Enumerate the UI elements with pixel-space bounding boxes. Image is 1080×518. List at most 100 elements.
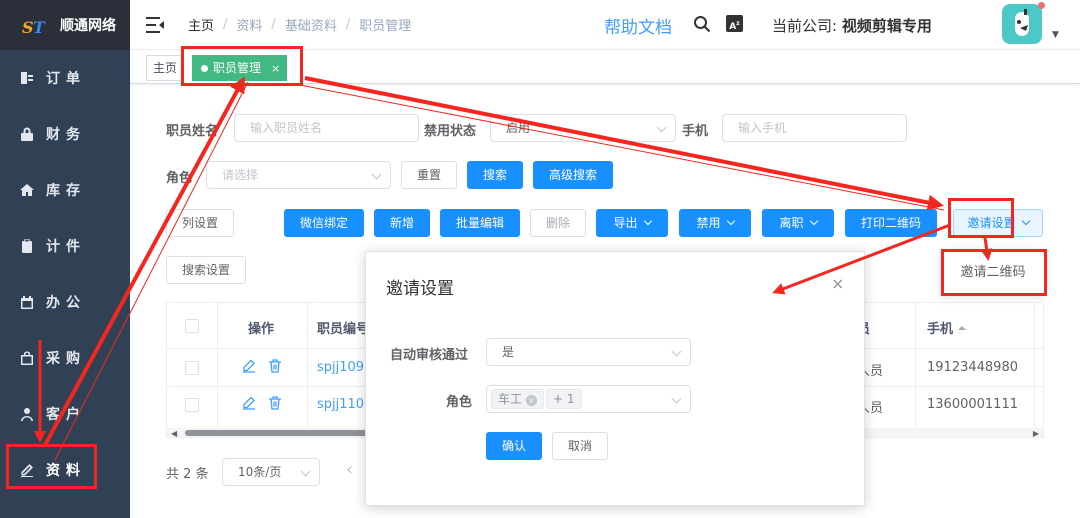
page-size-select[interactable]: 10条/页 [222, 458, 320, 486]
breadcrumb-basic-data[interactable]: 基础资料 [285, 15, 337, 34]
sidebar-item-label: 资料 [46, 463, 86, 479]
clipboard-icon [22, 239, 32, 253]
company-prefix: 当前公司: [772, 17, 838, 35]
avatar-character-icon [1015, 9, 1029, 36]
column-settings-button[interactable]: 列设置 [166, 209, 234, 237]
scroll-left-icon[interactable]: ◀ [171, 429, 177, 437]
auto-approve-select[interactable]: 是 [486, 338, 691, 366]
tag-home[interactable]: 主页 [146, 55, 185, 81]
sidebar-item-order[interactable]: 订单 [0, 50, 130, 106]
tags-view: 主页 职员管理 × [130, 50, 1080, 84]
top-header: 主页 / 资料 / 基础资料 / 职员管理 帮助文档 Az 当前公司: 视频剪辑… [130, 0, 1080, 50]
role-chip: 车工 × [491, 389, 545, 409]
scroll-right-icon[interactable]: ▶ [1033, 429, 1039, 437]
column-phone-label: 手机 [927, 322, 954, 337]
tag-staff-management[interactable]: 职员管理 × [192, 55, 288, 81]
dialog-title: 邀请设置 [386, 279, 454, 299]
row-checkbox[interactable] [185, 398, 199, 412]
close-icon[interactable]: × [271, 62, 280, 75]
breadcrumb-home[interactable]: 主页 [188, 15, 214, 34]
page-size-value: 10条/页 [238, 465, 282, 479]
wechat-bind-button[interactable]: 微信绑定 [284, 209, 364, 237]
sidebar-item-customer[interactable]: 客户 [0, 386, 130, 442]
sidebar-item-piecework[interactable]: 计件 [0, 218, 130, 274]
edit-icon[interactable] [242, 359, 256, 373]
export-button[interactable]: 导出 [596, 209, 668, 237]
chevron-down-icon [656, 122, 667, 133]
avatar[interactable] [1002, 4, 1042, 44]
prev-page-button[interactable]: ‹ [346, 459, 353, 480]
phone-input[interactable]: 输入手机 [722, 114, 907, 142]
lock-icon [21, 127, 33, 141]
company-name: 视频剪辑专用 [841, 17, 932, 35]
sidebar-item-office[interactable]: 办公 [0, 274, 130, 330]
sidebar-item-label: 采购 [46, 351, 86, 367]
name-input[interactable]: 输入职员姓名 [234, 114, 419, 142]
column-operation: 操作 [248, 322, 275, 337]
status-value: 启用 [506, 121, 531, 135]
invite-dropdown-menu: 邀请二维码 [941, 249, 1045, 296]
help-docs-link[interactable]: 帮助文档 [604, 13, 672, 38]
sidebar-item-label: 订单 [46, 71, 86, 87]
trash-icon[interactable] [268, 359, 282, 373]
phone-cell: 13600001111 [927, 397, 1018, 412]
add-button[interactable]: 新增 [374, 209, 430, 237]
delete-button[interactable]: 删除 [530, 209, 586, 237]
select-all-checkbox[interactable] [185, 319, 199, 333]
confirm-button[interactable]: 确认 [486, 432, 542, 460]
sidebar-item-label: 办公 [46, 295, 86, 311]
column-staff-no[interactable]: 职员编号 [317, 318, 369, 337]
reset-button[interactable]: 重置 [401, 161, 457, 189]
search-icon[interactable] [693, 15, 711, 33]
cancel-button[interactable]: 取消 [552, 432, 608, 460]
status-label: 禁用状态 [424, 124, 477, 139]
current-company: 当前公司: 视频剪辑专用 [772, 15, 932, 36]
trash-icon[interactable] [268, 396, 282, 410]
role-chip-label: 车工 [498, 392, 523, 406]
sidebar-item-label: 财务 [46, 127, 86, 143]
font-size-icon[interactable]: Az [726, 15, 743, 32]
invite-qr-menu-item[interactable]: 邀请二维码 [960, 265, 1025, 280]
scroll-thumb[interactable] [185, 430, 375, 436]
resign-button[interactable]: 离职 [762, 209, 834, 237]
auto-approve-label: 自动审核通过 [390, 348, 469, 363]
sidebar-item-purchase[interactable]: 采购 [0, 330, 130, 386]
active-dot-icon [201, 65, 208, 72]
row-checkbox[interactable] [185, 361, 199, 375]
phone-label: 手机 [682, 124, 709, 139]
sidebar-item-label: 计件 [46, 239, 86, 255]
close-icon[interactable]: × [831, 274, 844, 293]
disable-button[interactable]: 禁用 [679, 209, 751, 237]
print-qr-button[interactable]: 打印二维码 [845, 209, 937, 237]
export-label: 导出 [613, 216, 638, 230]
invite-settings-dialog: 邀请设置 × 自动审核通过 是 角色 车工 × + 1 确认 取消 [365, 251, 865, 506]
sort-icon[interactable] [958, 326, 967, 330]
sidebar-toggle-icon[interactable] [146, 16, 164, 33]
chevron-down-icon [371, 169, 382, 180]
chevron-down-icon [726, 216, 735, 226]
status-select[interactable]: 启用 [490, 114, 676, 142]
chip-close-icon[interactable]: × [526, 395, 538, 406]
disable-label: 禁用 [696, 216, 721, 230]
invite-settings-button[interactable]: 邀请设置 [953, 209, 1043, 237]
chevron-down-icon [671, 346, 682, 357]
breadcrumb-data[interactable]: 资料 [236, 15, 262, 34]
role-select[interactable]: 请选择 [206, 161, 391, 189]
edit-icon[interactable] [242, 396, 256, 410]
sidebar-item-label: 客户 [46, 407, 86, 423]
resign-label: 离职 [779, 216, 804, 230]
search-button[interactable]: 搜索 [467, 161, 523, 189]
auto-approve-value: 是 [502, 345, 515, 359]
chevron-down-icon [643, 216, 652, 226]
sidebar-item-finance[interactable]: 财务 [0, 106, 130, 162]
column-phone[interactable]: 手机 [927, 318, 967, 337]
breadcrumb-staff-management: 职员管理 [359, 19, 412, 34]
caret-down-icon[interactable]: ▼ [1052, 30, 1059, 40]
role-more-chip: + 1 [546, 389, 582, 409]
logo-text: 顺通网络 [60, 18, 116, 34]
advanced-search-button[interactable]: 高级搜索 [533, 161, 613, 189]
sidebar-item-inventory[interactable]: 库存 [0, 162, 130, 218]
search-settings-button[interactable]: 搜索设置 [166, 256, 246, 284]
batch-edit-button[interactable]: 批量编辑 [440, 209, 520, 237]
sidebar-item-data[interactable]: 资料 [0, 442, 130, 498]
